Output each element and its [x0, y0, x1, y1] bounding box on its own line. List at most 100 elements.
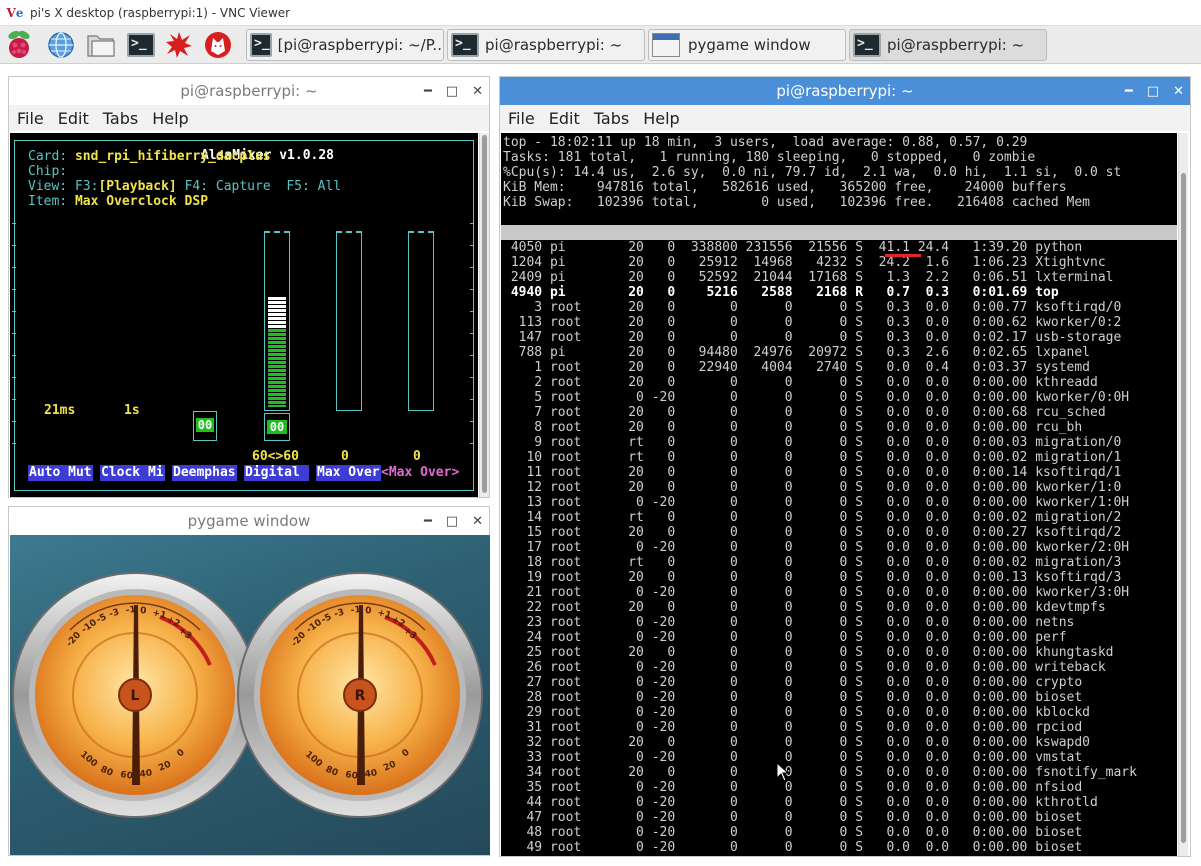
menu-file[interactable]: File — [17, 109, 44, 128]
menu-tabs[interactable]: Tabs — [103, 109, 138, 128]
maximize-icon[interactable]: □ — [446, 514, 458, 529]
process-row: 44 root 0 -20 0 0 0 S 0.0 0.0 0:00.00 kt… — [503, 795, 1098, 810]
right-ticks — [470, 223, 474, 453]
process-row: 47 root 0 -20 0 0 0 S 0.0 0.0 0:00.00 bi… — [503, 810, 1083, 825]
process-row: 1 root 20 0 22940 4004 2740 S 0.0 0.4 0:… — [503, 360, 1090, 375]
svg-text:40: 40 — [139, 768, 153, 780]
right-channel-label: R — [355, 688, 366, 704]
process-row: 49 root 0 -20 0 0 0 S 0.0 0.0 0:00.00 bi… — [503, 840, 1083, 855]
process-row: 5 root 0 -20 0 0 0 S 0.0 0.0 0:00.00 kwo… — [503, 390, 1130, 405]
menu-edit[interactable]: Edit — [58, 109, 89, 128]
process-row: 31 root 0 -20 0 0 0 S 0.0 0.0 0:00.00 rp… — [503, 720, 1083, 735]
menu-file[interactable]: File — [508, 109, 535, 128]
digital-switch[interactable]: 00 — [264, 413, 290, 441]
process-row: 34 root 20 0 0 0 0 S 0.0 0.0 0:00.00 fsn… — [503, 765, 1137, 780]
menu-help[interactable]: Help — [643, 109, 679, 128]
process-row: 29 root 0 -20 0 0 0 S 0.0 0.0 0:00.00 kb… — [503, 705, 1090, 720]
vu-meters-graphic: -20 -10 -5 -3 -1 0 +1 +2 +3 100 80 60 40… — [12, 572, 483, 818]
control-label-clock-mix[interactable]: Clock Mi — [100, 465, 165, 481]
process-row: 27 root 0 -20 0 0 0 S 0.0 0.0 0:00.00 cr… — [503, 675, 1083, 690]
process-row: 23 root 0 -20 0 0 0 S 0.0 0.0 0:00.00 ne… — [503, 615, 1075, 630]
view-f5: F5: All — [286, 179, 342, 194]
digital-fader[interactable] — [264, 231, 290, 411]
menu-help[interactable]: Help — [152, 109, 188, 128]
web-browser-globe-icon[interactable] — [44, 29, 78, 61]
max-overclock-fader-1[interactable] — [336, 231, 362, 411]
taskbar-button-label: [pi@raspberrypi: ~/P... — [277, 36, 444, 54]
control-label-digital[interactable]: Digital — [244, 465, 309, 481]
deemphasis-switch-value: 00 — [196, 418, 214, 432]
top-terminal[interactable]: top - 18:02:11 up 18 min, 3 users, load … — [501, 133, 1177, 856]
raspberry-menu-icon[interactable] — [2, 29, 36, 61]
taskbar-button-terminal-3[interactable]: >_ pi@raspberrypi: ~ — [849, 29, 1047, 61]
value-21ms: 21ms — [44, 403, 76, 418]
process-row: 22 root 20 0 0 0 0 S 0.0 0.0 0:00.00 kde… — [503, 600, 1106, 615]
process-row: 19 root 20 0 0 0 0 S 0.0 0.0 0:00.13 kso… — [503, 570, 1122, 585]
process-row: 10 root rt 0 0 0 0 S 0.0 0.0 0:00.02 mig… — [503, 450, 1122, 465]
process-row: 788 pi 20 0 94480 24976 20972 S 0.3 2.6 … — [503, 345, 1090, 360]
max-overclock-fader-2[interactable] — [408, 231, 434, 411]
process-row: 3 root 20 0 0 0 0 S 0.3 0.0 0:00.77 ksof… — [503, 300, 1122, 315]
math-kernel-burst-icon[interactable] — [162, 29, 196, 61]
pygame-canvas[interactable]: -20 -10 -5 -3 -1 0 +1 +2 +3 100 80 60 40… — [10, 535, 490, 855]
digital-level-bar — [268, 329, 286, 407]
control-label-max-over-selected[interactable]: <Max Over> — [380, 465, 460, 481]
chip-label: Chip: — [28, 164, 68, 179]
process-row: 9 root rt 0 0 0 0 S 0.0 0.0 0:00.03 migr… — [503, 435, 1122, 450]
taskbar-button-terminal-2[interactable]: >_ pi@raspberrypi: ~ — [447, 29, 645, 61]
taskbar-button-pygame[interactable]: pygame window — [648, 29, 846, 61]
summary-uptime: top - 18:02:11 up 18 min, 3 users, load … — [503, 135, 1028, 150]
process-row: 18 root rt 0 0 0 0 S 0.0 0.0 0:00.02 mig… — [503, 555, 1122, 570]
window-title: pygame window — [187, 512, 311, 530]
process-row: 26 root 0 -20 0 0 0 S 0.0 0.0 0:00.00 wr… — [503, 660, 1106, 675]
file-manager-folder-icon[interactable] — [84, 29, 118, 61]
wolfram-wolf-icon[interactable] — [201, 29, 235, 61]
process-row: 113 root 20 0 0 0 0 S 0.3 0.0 0:00.62 kw… — [503, 315, 1122, 330]
window-title: pi@raspberrypi: ~ — [180, 82, 318, 100]
process-row: 48 root 0 -20 0 0 0 S 0.0 0.0 0:00.00 bi… — [503, 825, 1083, 840]
value-1s: 1s — [124, 403, 140, 418]
window-titlebar: pi@raspberrypi: ~ ━ □ ✕ — [9, 77, 489, 105]
process-table-header: PID USER PR NI VIRT RES SHR S %CPU %MEM … — [501, 225, 1177, 255]
scrollbar-thumb[interactable] — [482, 135, 487, 493]
alsamixer-scrollbar[interactable] — [479, 133, 489, 497]
item-label: Item: — [28, 194, 68, 209]
process-row: 21 root 0 -20 0 0 0 S 0.0 0.0 0:00.00 kw… — [503, 585, 1130, 600]
menubar: File Edit Tabs Help — [500, 105, 1190, 131]
top-scrollbar[interactable] — [1178, 133, 1188, 856]
control-label-auto-mute[interactable]: Auto Mut — [28, 465, 93, 481]
minimize-icon[interactable]: ━ — [1125, 84, 1133, 99]
terminal-icon: >_ — [451, 33, 479, 57]
close-icon[interactable]: ✕ — [472, 514, 483, 529]
view-f4: F4: Capture — [184, 179, 271, 194]
card-value: snd_rpi_hifiberry_dacplus — [74, 149, 271, 164]
process-row: 12 root 20 0 0 0 0 S 0.0 0.0 0:00.00 kwo… — [503, 480, 1122, 495]
close-icon[interactable]: ✕ — [1173, 84, 1184, 99]
menu-edit[interactable]: Edit — [549, 109, 580, 128]
alsamixer-terminal[interactable]: AlsaMixer v1.0.28 Card: snd_rpi_hifiberr… — [10, 133, 478, 497]
control-label-deemphasis[interactable]: Deemphas — [172, 465, 237, 481]
maximize-icon[interactable]: □ — [446, 84, 458, 99]
vnc-title-text: pi's X desktop (raspberrypi:1) - VNC Vie… — [30, 5, 291, 20]
vnc-titlebar: Ve pi's X desktop (raspberrypi:1) - VNC … — [0, 0, 1201, 26]
view-label: View: — [28, 179, 68, 194]
terminal-launcher-icon[interactable]: >_ — [124, 29, 158, 61]
maximize-icon[interactable]: □ — [1147, 84, 1159, 99]
control-label-max-over[interactable]: Max Over — [316, 465, 381, 481]
minimize-icon[interactable]: ━ — [424, 514, 432, 529]
summary-tasks: Tasks: 181 total, 1 running, 180 sleepin… — [503, 150, 1036, 165]
menu-tabs[interactable]: Tabs — [594, 109, 629, 128]
scrollbar-thumb[interactable] — [1181, 173, 1186, 843]
deemphasis-switch[interactable]: 00 — [193, 411, 217, 441]
close-icon[interactable]: ✕ — [472, 84, 483, 99]
top-terminal-window: pi@raspberrypi: ~ ━ □ ✕ File Edit Tabs H… — [499, 76, 1191, 857]
vnc-logo-icon: Ve — [6, 5, 24, 20]
svg-text:0: 0 — [140, 606, 147, 616]
taskbar-button-terminal-1[interactable]: >_ [pi@raspberrypi: ~/P... — [246, 29, 444, 61]
max-overclock-value-2: 0 — [413, 449, 421, 464]
left-channel-label: L — [131, 688, 140, 704]
minimize-icon[interactable]: ━ — [424, 84, 432, 99]
pygame-window: pygame window ━ □ ✕ -20 -10 -5 -3 -1 0 +… — [8, 506, 490, 856]
window-titlebar: pi@raspberrypi: ~ ━ □ ✕ — [500, 77, 1190, 105]
process-row: 2409 pi 20 0 52592 21044 17168 S 1.3 2.2… — [503, 270, 1114, 285]
